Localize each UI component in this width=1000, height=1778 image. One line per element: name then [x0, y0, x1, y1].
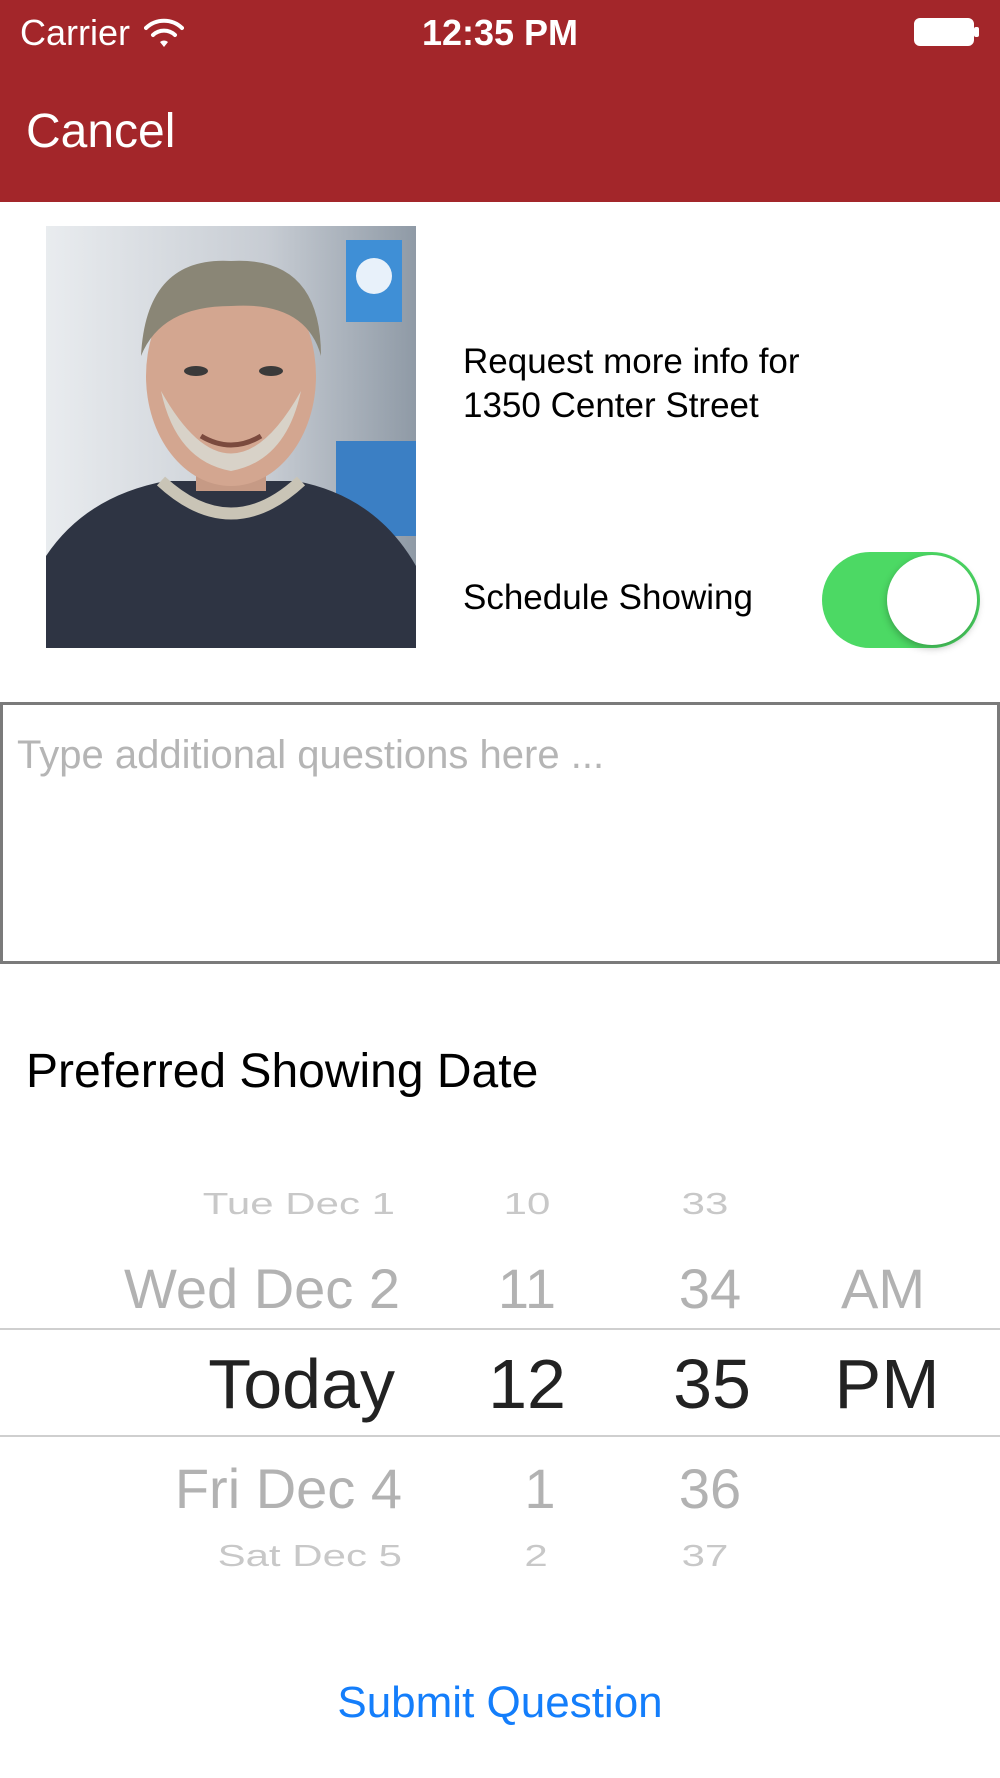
status-time: 12:35 PM [421, 12, 579, 53]
picker-minute-option[interactable]: 36 [650, 1456, 770, 1521]
cancel-button[interactable]: Cancel [26, 104, 175, 159]
picker-date-selected[interactable]: Today [208, 1344, 395, 1424]
picker-ampm-option[interactable]: AM [823, 1256, 943, 1321]
picker-hour-option[interactable]: 1 [480, 1456, 600, 1521]
picker-minute-option[interactable]: 34 [650, 1256, 770, 1321]
request-line-1: Request more info for [463, 342, 800, 381]
toggle-knob [887, 555, 977, 645]
picker-selection-bottom-line [0, 1435, 1000, 1437]
agent-photo [46, 226, 416, 648]
picker-date-option[interactable]: Wed Dec 2 [124, 1256, 400, 1321]
picker-selection-top-line [0, 1328, 1000, 1330]
navigation-bar: Carrier 12:35 PM Cancel [0, 0, 1000, 202]
picker-minute-selected[interactable]: 35 [652, 1344, 772, 1424]
picker-date-option[interactable]: Sat Dec 5 [218, 1539, 402, 1574]
picker-hour-option[interactable]: 11 [467, 1256, 587, 1321]
picker-minute-option[interactable]: 37 [645, 1539, 765, 1574]
battery-icon [914, 18, 979, 46]
schedule-showing-toggle[interactable] [822, 552, 980, 648]
picker-minute-option[interactable]: 33 [645, 1187, 765, 1222]
date-picker[interactable]: Tue Dec 1 Wed Dec 2 Today Fri Dec 4 Sat … [0, 1160, 1000, 1610]
picker-date-option[interactable]: Tue Dec 1 [203, 1187, 395, 1222]
submit-question-button[interactable]: Submit Question [0, 1678, 1000, 1728]
picker-hour-option[interactable]: 2 [476, 1539, 596, 1574]
preferred-showing-date-title: Preferred Showing Date [26, 1045, 539, 1098]
questions-textarea[interactable] [0, 702, 1000, 964]
schedule-showing-label: Schedule Showing [463, 578, 753, 617]
picker-date-option[interactable]: Fri Dec 4 [175, 1456, 402, 1521]
picker-hour-selected[interactable]: 12 [467, 1344, 587, 1424]
picker-hour-option[interactable]: 10 [467, 1187, 587, 1222]
property-address: 1350 Center Street [463, 386, 759, 425]
picker-ampm-selected[interactable]: PM [827, 1344, 947, 1424]
request-info-text: Request more info for 1350 Center Street [463, 340, 963, 428]
